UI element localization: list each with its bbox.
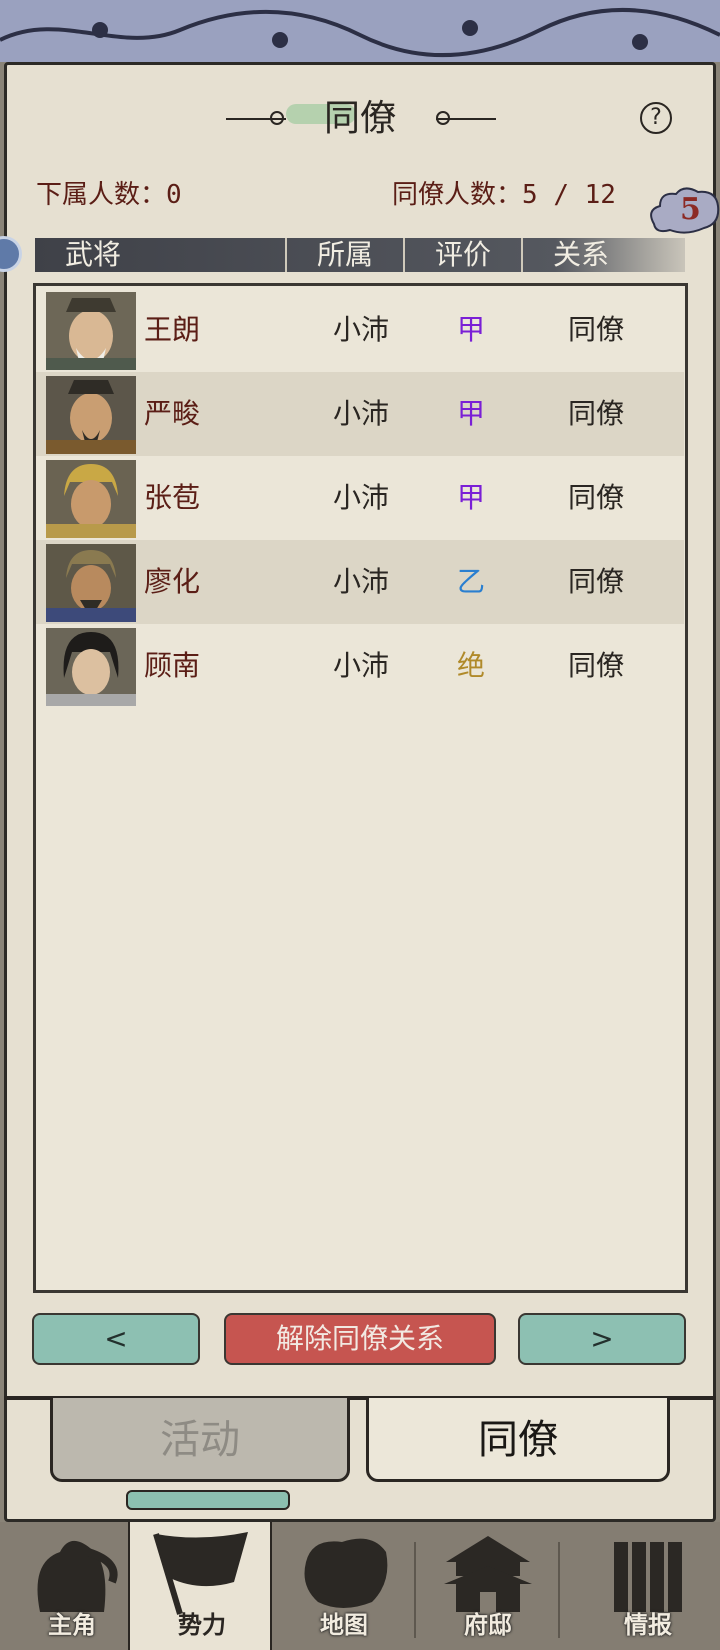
nav-map[interactable]: 地图	[272, 1522, 416, 1650]
tab-bar: 活动 同僚	[0, 1390, 720, 1522]
table-row[interactable]: 张苞 小沛 甲 同僚	[36, 456, 684, 540]
relation: 同僚	[567, 313, 624, 346]
table-row[interactable]: 严畯 小沛 甲 同僚	[36, 372, 684, 456]
col-header-relation: 关系	[553, 238, 610, 271]
relation: 同僚	[567, 397, 624, 430]
header-divider	[521, 238, 523, 272]
cloud-badge[interactable]: 5	[646, 184, 720, 240]
table-row[interactable]: 王朗 小沛 甲 同僚	[36, 288, 684, 372]
affiliation: 小沛	[332, 565, 389, 598]
hero-icon	[37, 1540, 118, 1612]
prev-page-button[interactable]: <	[32, 1313, 200, 1365]
nav-divider	[558, 1542, 560, 1638]
general-name: 张苞	[144, 481, 201, 514]
affiliation: 小沛	[332, 397, 389, 430]
grade: 乙	[456, 565, 485, 598]
header-divider	[403, 238, 405, 272]
subordinates-label: 下属人数：	[36, 180, 167, 210]
title-row: 同僚	[0, 96, 720, 142]
faction-flag-icon	[153, 1532, 248, 1615]
page-title: 同僚	[323, 98, 396, 139]
badge-count: 5	[680, 192, 701, 227]
table-header: 武将 所属 评价 关系	[35, 238, 685, 272]
col-header-general: 武将	[65, 238, 122, 271]
intel-scroll-icon	[614, 1542, 682, 1612]
portrait-young-swordsman	[46, 628, 136, 706]
mansion-icon	[444, 1536, 532, 1612]
portrait-helmeted-warrior	[46, 544, 136, 622]
help-button[interactable]: ?	[640, 102, 672, 134]
general-name: 王朗	[144, 313, 201, 346]
general-name: 严畯	[144, 397, 201, 430]
relation: 同僚	[567, 565, 624, 598]
dissolve-colleague-button[interactable]: 解除同僚关系	[224, 1313, 496, 1365]
bottom-nav: 主角 势力 地图 府邸 情报	[0, 1522, 720, 1650]
nav-label: 主角	[48, 1610, 96, 1639]
affiliation: 小沛	[332, 481, 389, 514]
grade: 甲	[456, 397, 485, 430]
subordinates-count: 下属人数：0	[36, 174, 182, 211]
colleagues-count: 同僚人数：5 / 12	[392, 174, 616, 211]
subordinates-value: 0	[166, 180, 182, 210]
portrait-bearded-official	[46, 376, 136, 454]
nav-mansion[interactable]: 府邸	[416, 1522, 560, 1650]
relation: 同僚	[567, 649, 624, 682]
top-decor-band	[0, 0, 720, 62]
affiliation: 小沛	[332, 313, 389, 346]
tab-activity[interactable]: 活动	[50, 1398, 350, 1482]
table-row[interactable]: 顾南 小沛 绝 同僚	[36, 624, 684, 708]
nav-label: 情报	[624, 1610, 672, 1639]
grade: 绝	[456, 649, 485, 682]
table-row[interactable]: 廖化 小沛 乙 同僚	[36, 540, 684, 624]
portrait-golden-helmet-general	[46, 460, 136, 538]
nav-label: 地图	[320, 1610, 368, 1639]
relation: 同僚	[567, 481, 624, 514]
nav-label: 势力	[178, 1610, 226, 1639]
header-divider	[285, 238, 287, 272]
next-page-button[interactable]: >	[518, 1313, 686, 1365]
tab-colleague[interactable]: 同僚	[366, 1398, 670, 1482]
general-name: 顾南	[144, 649, 201, 682]
colleagues-value: 5 / 12	[522, 180, 616, 210]
affiliation: 小沛	[332, 649, 389, 682]
general-name: 廖化	[144, 565, 201, 598]
map-icon	[304, 1538, 388, 1608]
nav-hero[interactable]: 主角	[0, 1522, 144, 1650]
active-tab-cap	[126, 1490, 290, 1510]
colleagues-label: 同僚人数：	[392, 180, 523, 210]
nav-intel[interactable]: 情报	[576, 1522, 720, 1650]
nav-faction[interactable]: 势力	[128, 1522, 272, 1650]
grade: 甲	[456, 313, 485, 346]
floral-pattern-icon	[0, 7, 720, 58]
col-header-grade: 评价	[435, 238, 492, 271]
portrait-elder-general	[46, 292, 136, 370]
col-header-affiliation: 所属	[317, 238, 374, 271]
grade: 甲	[456, 481, 485, 514]
nav-label: 府邸	[464, 1610, 512, 1639]
